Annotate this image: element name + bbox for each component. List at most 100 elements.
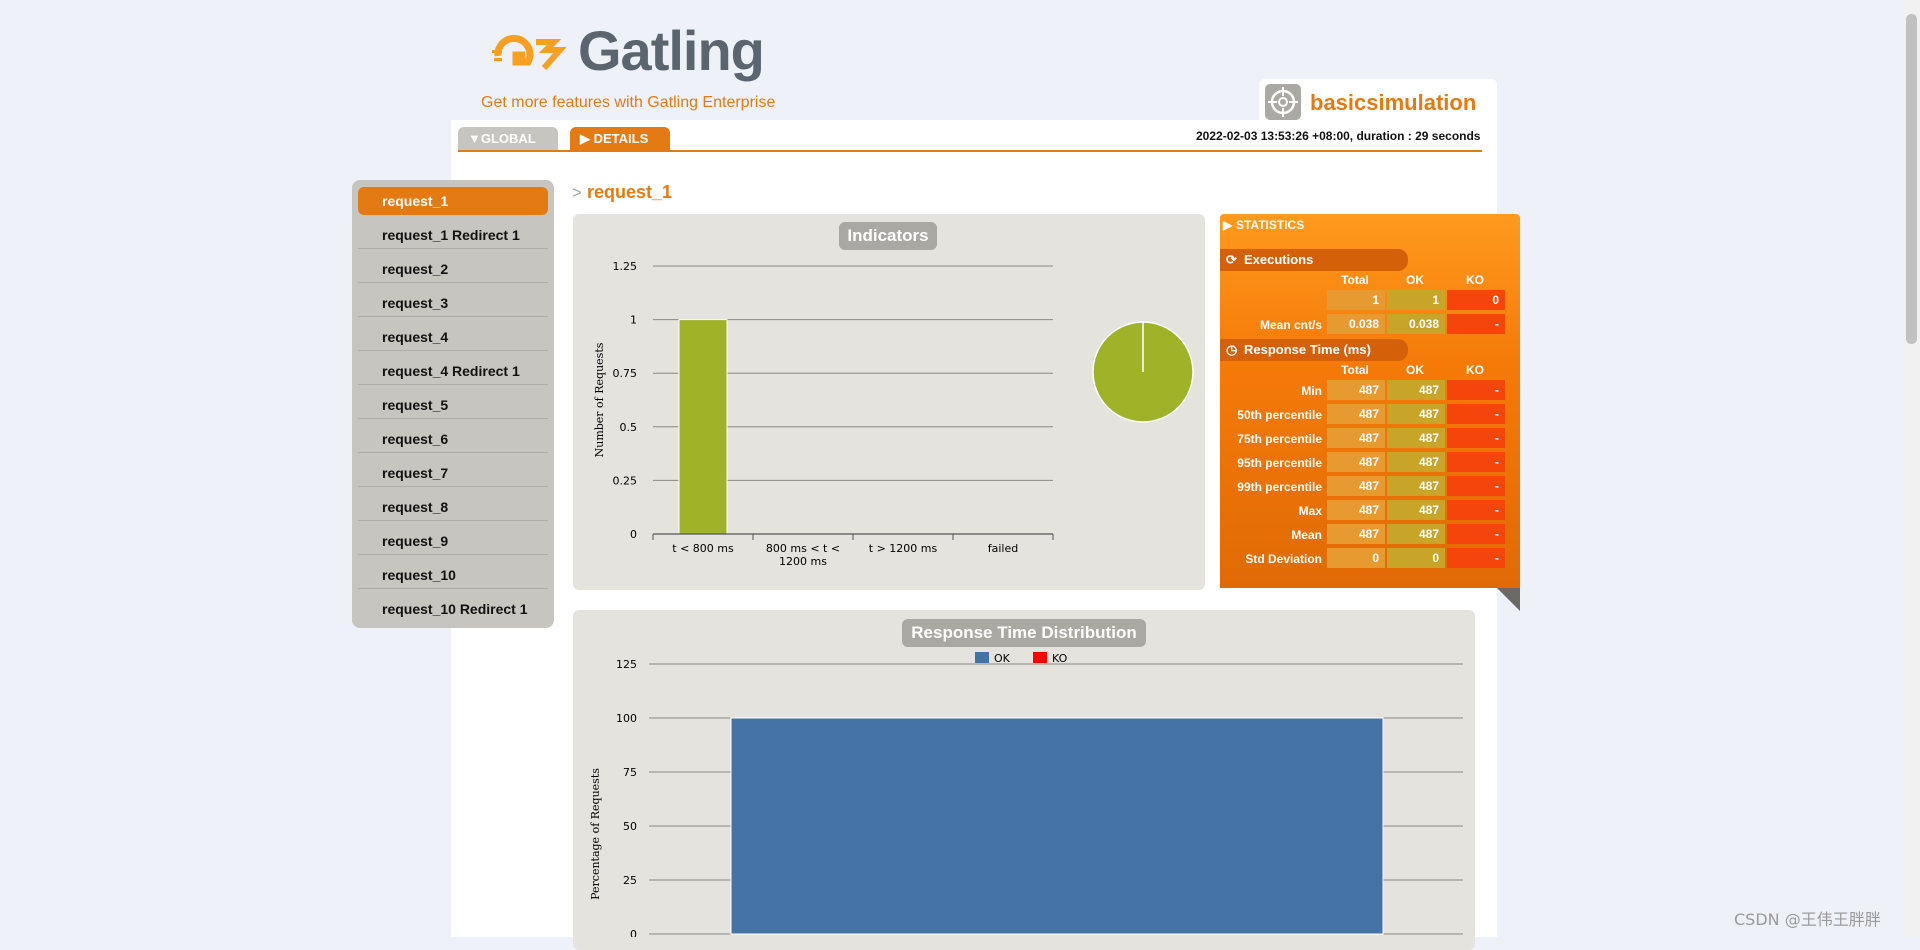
distribution-y-tick: 125	[616, 658, 637, 671]
rt-99th-percentile-ok: 487	[1387, 476, 1445, 496]
sidebar-item-request-4[interactable]: request_4	[358, 323, 548, 351]
indicators-x-tick-label: t > 1200 ms	[869, 542, 938, 555]
request-sidebar: request_1 request_1 Redirect 1 request_2…	[352, 180, 554, 628]
panel-corner	[1497, 588, 1520, 611]
scrollbar-thumb[interactable]	[1906, 14, 1917, 344]
rt-75th-percentile-total: 487	[1327, 428, 1385, 448]
rt-col-ok: OK	[1406, 363, 1424, 377]
indicators-x-tick-label: t < 800 ms	[672, 542, 734, 555]
distribution-bar-ok	[730, 717, 1384, 935]
mean-cnt-label: Mean cnt/s	[1259, 318, 1322, 332]
rt-99th-percentile-ko: -	[1447, 476, 1505, 496]
rt-label-min: Min	[1301, 384, 1322, 398]
rt-95th-percentile-ok: 487	[1387, 452, 1445, 472]
rt-col-total: Total	[1341, 363, 1369, 377]
sidebar-item-request-10-redirect-1[interactable]: request_10 Redirect 1	[358, 595, 548, 623]
indicators-y-tick: 1.25	[613, 260, 638, 273]
response-time-header: ◷ Response Time (ms)	[1220, 339, 1408, 361]
sidebar-item-request-5[interactable]: request_5	[358, 391, 548, 419]
indicators-bar	[678, 319, 728, 535]
indicators-y-tick: 1	[630, 314, 637, 327]
rt-min-total: 487	[1327, 380, 1385, 400]
tab-divider	[458, 150, 1482, 152]
enterprise-link[interactable]: Get more features with Gatling Enterpris…	[481, 94, 775, 112]
distribution-y-tick: 0	[630, 928, 637, 937]
sidebar-item-request-4-redirect-1[interactable]: request_4 Redirect 1	[358, 357, 548, 385]
mean-cnt-ko: -	[1447, 314, 1505, 334]
breadcrumb-arrow: >	[572, 183, 582, 202]
indicators-y-axis-label: Number of Requests	[593, 342, 606, 457]
sidebar-item-request-1[interactable]: request_1	[358, 187, 548, 215]
rt-50th-percentile-total: 487	[1327, 404, 1385, 424]
rt-max-total: 487	[1327, 500, 1385, 520]
refresh-icon: ⟳	[1226, 252, 1237, 267]
rt-75th-percentile-ok: 487	[1387, 428, 1445, 448]
tab-details-label: DETAILS	[593, 131, 649, 146]
exec-ok-count: 1	[1387, 290, 1445, 310]
rt-max-ko: -	[1447, 500, 1505, 520]
mean-cnt-total: 0.038	[1327, 314, 1385, 334]
sidebar-item-request-9[interactable]: request_9	[358, 527, 548, 555]
rt-label-99th-percentile: 99th percentile	[1237, 480, 1322, 494]
triangle-right-icon: ▶	[580, 131, 594, 146]
simulation-name: basicsimulation	[1310, 90, 1477, 115]
distribution-y-tick: 25	[623, 874, 637, 887]
rt-label-mean: Mean	[1291, 528, 1322, 542]
distribution-y-tick: 100	[616, 712, 637, 725]
exec-col-total: Total	[1341, 273, 1369, 287]
rt-std-deviation-total: 0	[1327, 548, 1385, 568]
indicators-chart: 0 0.25 0.5 0.75 1 1.25 Number of Requests t < 8…	[593, 260, 1194, 568]
indicators-y-tick: 0.5	[620, 421, 638, 434]
indicators-x-tick-label: 800 ms < t <1200 ms	[766, 542, 840, 568]
legend-swatch-ok	[975, 652, 989, 663]
distribution-panel: Response Time Distribution 0 25 50 75 100 125…	[573, 610, 1475, 950]
tab-global[interactable]: ▼GLOBAL	[458, 127, 558, 151]
rt-label-max: Max	[1298, 504, 1322, 518]
tab-details[interactable]: ▶ DETAILS	[570, 127, 670, 151]
rt-50th-percentile-ko: -	[1447, 404, 1505, 424]
response-time-label: Response Time (ms)	[1244, 342, 1371, 357]
rt-mean-ok: 487	[1387, 524, 1445, 544]
triangle-down-icon: ▼	[468, 131, 481, 146]
exec-col-ko: KO	[1466, 273, 1484, 287]
triangle-right-icon: ▶	[1223, 218, 1233, 232]
request-title: request_1	[587, 182, 673, 202]
watermark: CSDN @王伟王胖胖	[1734, 910, 1881, 929]
legend-label-ko: KO	[1052, 652, 1068, 665]
legend-label-ok: OK	[994, 652, 1011, 665]
mean-cnt-ok: 0.038	[1387, 314, 1445, 334]
sidebar-item-request-7[interactable]: request_7	[358, 459, 548, 487]
rt-mean-total: 487	[1327, 524, 1385, 544]
rt-max-ok: 487	[1387, 500, 1445, 520]
indicators-panel: Indicators 0 0.25 0.5 0.75 1 1.25 Number of Re…	[573, 214, 1205, 590]
sidebar-item-request-10[interactable]: request_10	[358, 561, 548, 589]
indicators-y-tick: 0	[630, 528, 637, 541]
rt-75th-percentile-ko: -	[1447, 428, 1505, 448]
run-info: 2022-02-03 13:53:26 +08:00, duration : 2…	[1196, 129, 1481, 143]
rt-label-95th-percentile: 95th percentile	[1237, 456, 1322, 470]
executions-header: ⟳ Executions	[1220, 249, 1408, 271]
exec-ko-count: 0	[1447, 290, 1505, 310]
indicators-y-tick: 0.25	[613, 474, 638, 487]
rt-min-ok: 487	[1387, 380, 1445, 400]
distribution-y-tick: 75	[623, 766, 637, 779]
rt-std-deviation-ok: 0	[1387, 548, 1445, 568]
rt-label-50th-percentile: 50th percentile	[1237, 408, 1322, 422]
rt-label-std-deviation: Std Deviation	[1245, 552, 1322, 566]
indicators-x-tick-label: failed	[988, 542, 1018, 555]
statistics-title[interactable]: ▶ STATISTICS	[1223, 218, 1305, 232]
statistics-label: STATISTICS	[1236, 218, 1305, 232]
target-icon	[1265, 84, 1301, 120]
executions-label: Executions	[1244, 252, 1314, 267]
sidebar-item-request-1-redirect-1[interactable]: request_1 Redirect 1	[358, 221, 548, 249]
rt-95th-percentile-total: 487	[1327, 452, 1385, 472]
statistics-panel: ▶ STATISTICS ⟳ Executions Total OK KO 1 1 …	[1220, 214, 1520, 588]
brand-name: Gatling	[578, 19, 765, 82]
distribution-y-axis-label: Percentage of Requests	[589, 768, 602, 900]
rt-99th-percentile-total: 487	[1327, 476, 1385, 496]
sidebar-item-request-8[interactable]: request_8	[358, 493, 548, 521]
rt-50th-percentile-ok: 487	[1387, 404, 1445, 424]
sidebar-item-request-3[interactable]: request_3	[358, 289, 548, 317]
sidebar-item-request-2[interactable]: request_2	[358, 255, 548, 283]
sidebar-item-request-6[interactable]: request_6	[358, 425, 548, 453]
